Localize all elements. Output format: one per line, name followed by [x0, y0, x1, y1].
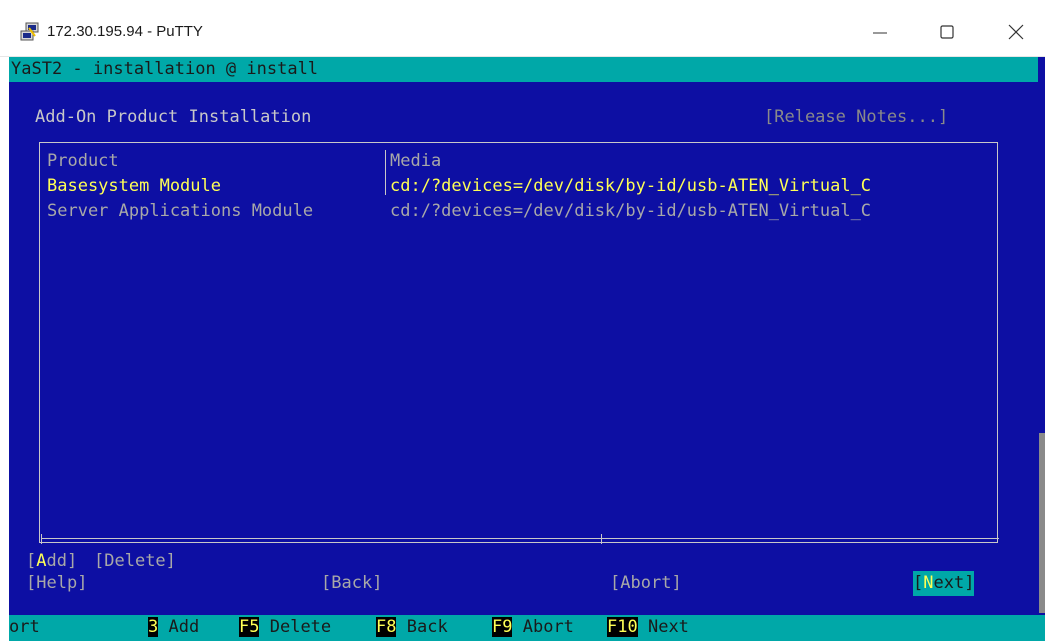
yast-topbar: YaST2 - installation @ install	[9, 57, 1038, 82]
dialog-heading: Add-On Product Installation	[35, 107, 312, 127]
next-button[interactable]: [Next]	[913, 571, 975, 596]
fkey-add[interactable]: 3 Add	[148, 615, 199, 640]
back-button[interactable]: [Back]	[321, 571, 382, 596]
delete-button[interactable]: [Delete]	[94, 549, 176, 574]
table-row-product[interactable]: Server Applications Module	[47, 199, 313, 224]
table-row-media[interactable]: cd:/?devices=/dev/disk/by-id/usb-ATEN_Vi…	[390, 174, 871, 199]
column-header-media[interactable]: Media	[390, 149, 441, 174]
window-scrollbar[interactable]	[1039, 433, 1045, 613]
column-separator	[385, 150, 386, 195]
horizontal-scrollbar[interactable]	[41, 534, 999, 544]
close-button[interactable]	[993, 14, 1039, 50]
release-notes-button[interactable]: [Release Notes...]	[764, 105, 948, 130]
fkey-next[interactable]: F10 Next	[607, 615, 689, 640]
table-row-product[interactable]: Basesystem Module	[47, 174, 221, 199]
scroll-start-tick	[41, 534, 42, 544]
fkey-partial-label: ort	[9, 617, 40, 637]
function-key-bar: ort 3 Add F5 Delete F8 Back F9 Abort F10…	[9, 615, 1045, 641]
column-header-product[interactable]: Product	[47, 149, 119, 174]
putty-icon[interactable]	[20, 22, 40, 42]
close-icon	[1008, 24, 1024, 40]
scroll-thumb-tick	[601, 534, 602, 544]
fkey-back[interactable]: F8 Back	[376, 615, 448, 640]
minimize-icon	[873, 32, 887, 34]
maximize-icon	[940, 25, 954, 39]
window-title: 172.30.195.94 - PuTTY	[47, 23, 203, 40]
window-titlebar: 172.30.195.94 - PuTTY	[0, 0, 1045, 57]
fkey-abort[interactable]: F9 Abort	[492, 615, 574, 640]
minimize-button[interactable]	[857, 14, 903, 50]
abort-button[interactable]: [Abort]	[610, 571, 682, 596]
table-row-media[interactable]: cd:/?devices=/dev/disk/by-id/usb-ATEN_Vi…	[390, 199, 871, 224]
terminal-screen[interactable]: YaST2 - installation @ install Add-On Pr…	[9, 57, 1045, 641]
help-button[interactable]: [Help]	[26, 571, 87, 596]
fkey-delete[interactable]: F5 Delete	[239, 615, 331, 640]
maximize-button[interactable]	[924, 14, 970, 50]
